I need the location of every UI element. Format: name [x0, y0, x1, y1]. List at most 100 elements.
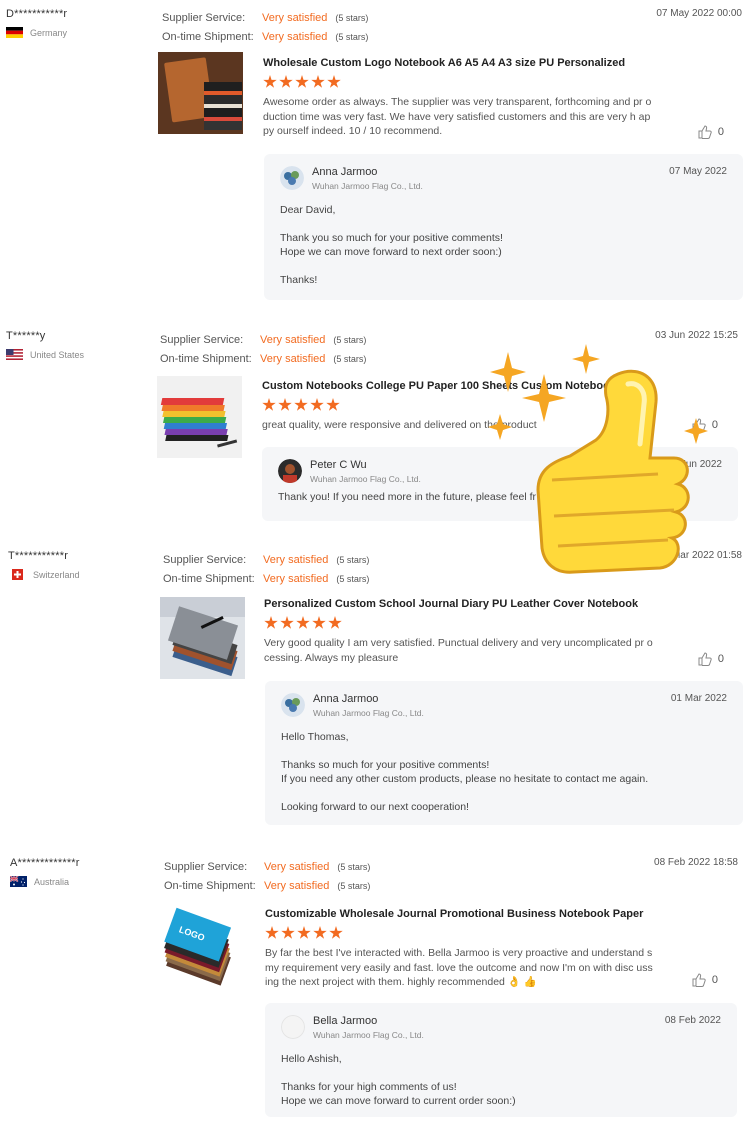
buyer-name: A*************r [10, 857, 80, 869]
reply-line [281, 1066, 721, 1080]
star-icon [326, 398, 340, 411]
star-icon [296, 616, 310, 629]
buyer-info: T******y United States [6, 330, 146, 360]
buyer-country: Australia [10, 876, 150, 887]
ratings: Supplier Service: Very satisfied (5 stars)… [160, 330, 366, 368]
star-icon [329, 926, 343, 939]
reply-date: 01 Mar 2022 [670, 693, 727, 704]
ontime-shipment-stars: (5 stars) [335, 31, 369, 42]
ontime-shipment-stars: (5 stars) [336, 573, 370, 584]
avatar [281, 1015, 305, 1039]
star-icon [327, 75, 341, 88]
like-button[interactable]: 0 [698, 652, 724, 666]
notebook-image [157, 376, 242, 458]
like-count: 0 [717, 126, 724, 138]
product-rating-stars [265, 926, 655, 941]
star-icon [311, 75, 325, 88]
thumbs-up-sticker-icon [488, 344, 708, 574]
review-date: 07 May 2022 00:00 [656, 8, 742, 19]
country-name: Switzerland [33, 569, 80, 580]
reply-line: Hello Thomas, [281, 731, 349, 743]
star-icon [262, 398, 276, 411]
reply-line [281, 786, 727, 800]
thumbs-up-icon [692, 973, 706, 987]
supplier-service-stars: (5 stars) [333, 334, 367, 345]
product-title[interactable]: Customizable Wholesale Journal Promotion… [265, 908, 655, 920]
ontime-shipment-stars: (5 stars) [337, 880, 371, 891]
reply-line: Dear David, [280, 204, 336, 216]
supplier-service-value: Very satisfied [263, 553, 329, 566]
reply-author-name: Peter C Wu [310, 459, 367, 471]
reply-line: Hope we can move forward to current orde… [281, 1095, 516, 1107]
star-icon [280, 616, 294, 629]
ontime-shipment-label: On-time Shipment: [163, 572, 255, 585]
avatar [280, 166, 304, 190]
supplier-reply: Anna Jarmoo Wuhan Jarmoo Flag Co., Ltd. … [264, 154, 743, 300]
product-rating-stars [264, 616, 654, 631]
star-icon [310, 398, 324, 411]
ratings: Supplier Service: Very satisfied (5 stars)… [163, 550, 369, 588]
star-icon [263, 75, 277, 88]
reply-author-name: Anna Jarmoo [313, 693, 379, 705]
review-item: T***********r Switzerland Supplier Servi… [0, 550, 750, 830]
buyer-info: T***********r Switzerland [8, 550, 148, 580]
product-thumbnail[interactable] [158, 52, 243, 134]
notebook-image [160, 597, 245, 679]
product-thumbnail[interactable] [157, 376, 242, 458]
star-icon [312, 616, 326, 629]
like-button[interactable]: 0 [692, 973, 718, 987]
star-icon [297, 926, 311, 939]
product-rating-stars [263, 75, 653, 90]
ontime-shipment-stars: (5 stars) [333, 353, 367, 364]
reply-line: Looking forward to our next cooperation! [281, 801, 469, 813]
germany-flag-icon [6, 27, 23, 38]
supplier-service-value: Very satisfied [260, 333, 326, 346]
avatar [281, 693, 305, 717]
thumbs-up-icon [698, 125, 712, 139]
review-item: D***********r Germany Supplier Service: V… [0, 8, 750, 308]
review-text: Very good quality I am very satisfied. P… [264, 637, 653, 664]
star-icon [264, 616, 278, 629]
reply-author-name: Anna Jarmoo [312, 166, 378, 178]
supplier-reply: Anna Jarmoo Wuhan Jarmoo Flag Co., Ltd. … [265, 681, 743, 825]
reply-line [281, 744, 727, 758]
reply-company: Wuhan Jarmoo Flag Co., Ltd. [313, 1030, 424, 1040]
supplier-service-label: Supplier Service: [160, 333, 244, 346]
product-title[interactable]: Personalized Custom School Journal Diary… [264, 598, 654, 610]
supplier-reply: Bella Jarmoo Wuhan Jarmoo Flag Co., Ltd.… [265, 1003, 737, 1117]
like-count: 0 [711, 974, 718, 986]
avatar [278, 459, 302, 483]
thumbs-up-icon [698, 652, 712, 666]
product-title[interactable]: Wholesale Custom Logo Notebook A6 A5 A4 … [263, 57, 653, 69]
star-icon [294, 398, 308, 411]
buyer-country: Germany [6, 27, 146, 38]
ontime-shipment-label: On-time Shipment: [160, 352, 252, 365]
supplier-service-label: Supplier Service: [163, 553, 247, 566]
product-thumbnail[interactable] [160, 597, 245, 679]
ontime-shipment-value: Very satisfied [260, 352, 326, 365]
usa-flag-icon [6, 349, 23, 360]
review-text: By far the best I've interacted with. Be… [265, 947, 653, 988]
reply-line: Thank you so much for your positive comm… [280, 232, 503, 244]
ontime-shipment-label: On-time Shipment: [164, 879, 256, 892]
supplier-service-value: Very satisfied [262, 11, 328, 24]
buyer-name: T******y [6, 330, 46, 342]
star-icon [295, 75, 309, 88]
ratings: Supplier Service: Very satisfied (5 stars)… [164, 857, 370, 895]
reply-date: 07 May 2022 [669, 166, 727, 177]
like-button[interactable]: 0 [698, 125, 724, 139]
country-name: United States [30, 349, 85, 360]
reply-line: Hope we can move forward to next order s… [280, 246, 502, 258]
reply-line: If you need any other custom products, p… [281, 773, 649, 785]
supplier-service-stars: (5 stars) [335, 12, 369, 23]
like-count: 0 [717, 653, 724, 665]
switzerland-flag-icon [12, 569, 23, 580]
star-icon [279, 75, 293, 88]
reply-line [280, 259, 727, 273]
product-thumbnail[interactable]: LOGO [160, 907, 245, 989]
supplier-service-value: Very satisfied [264, 860, 330, 873]
product-block: Wholesale Custom Logo Notebook A6 A5 A4 … [263, 57, 653, 139]
supplier-service-stars: (5 stars) [337, 861, 371, 872]
review-date: 08 Feb 2022 18:58 [654, 857, 738, 868]
country-name: Germany [30, 27, 68, 38]
